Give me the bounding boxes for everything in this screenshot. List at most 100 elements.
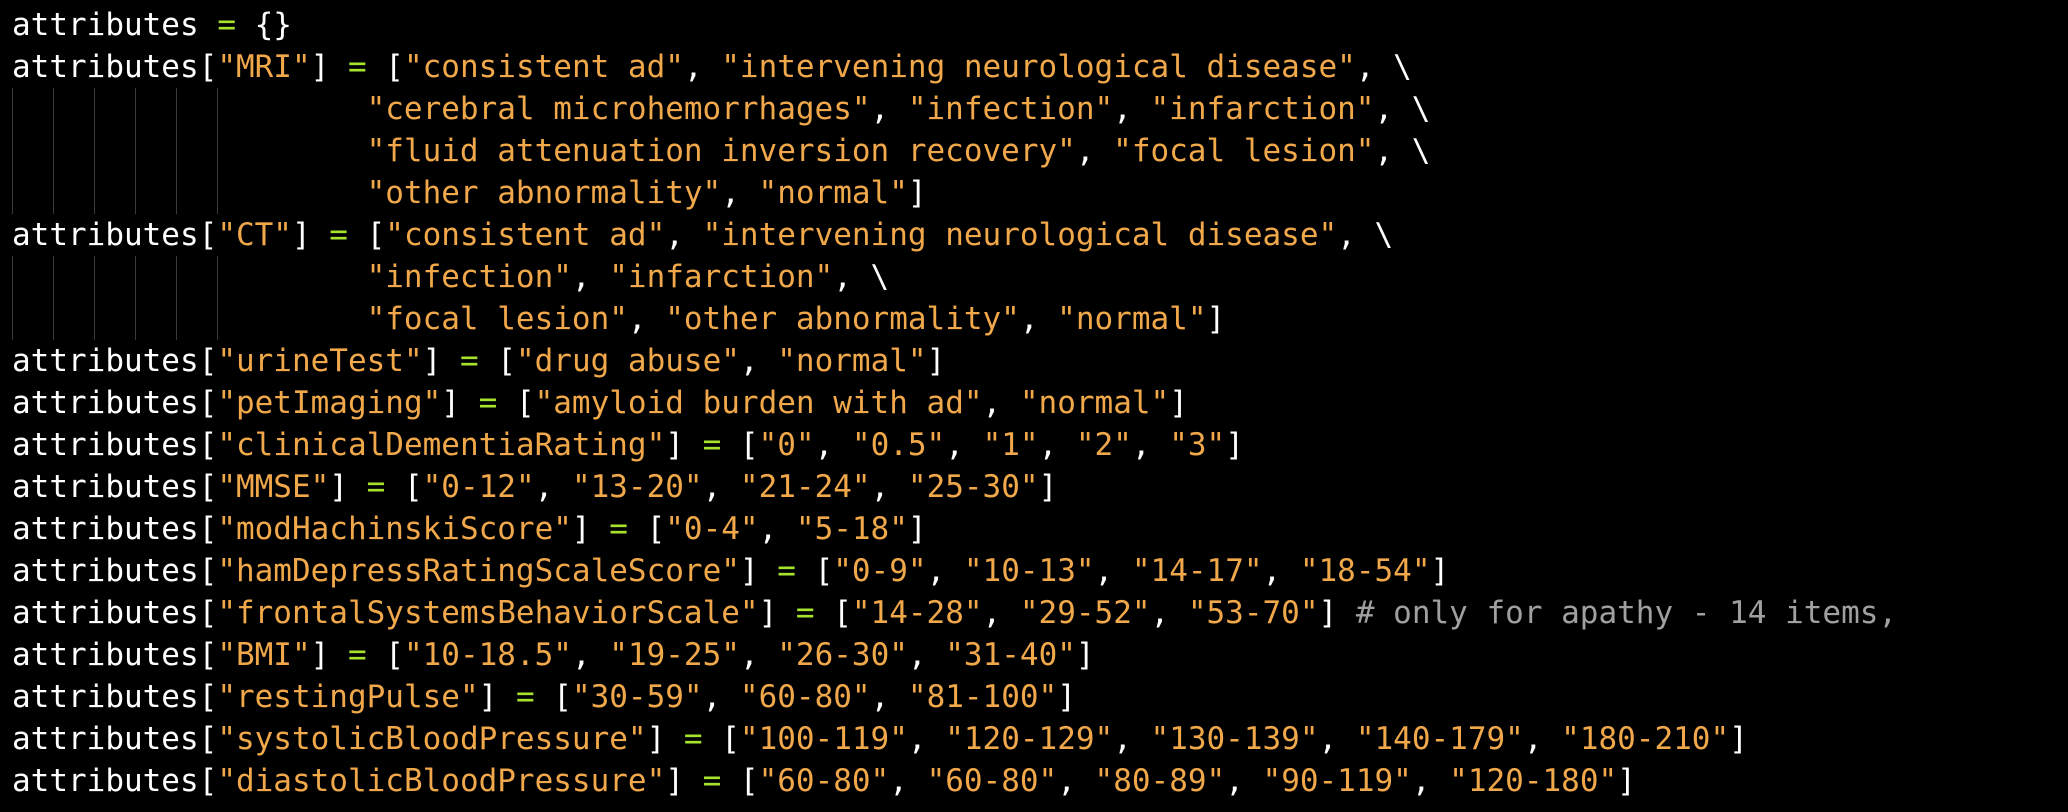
- indent-guide: [217, 130, 218, 172]
- code-line[interactable]: attributes["restingPulse"] = ["30-59", "…: [12, 676, 2068, 718]
- punctuation-token: ,: [1225, 763, 1263, 799]
- code-line[interactable]: attributes["clinicalDementiaRating"] = […: [12, 424, 2068, 466]
- indent-guide: [176, 298, 177, 340]
- punctuation-token: ]: [422, 343, 460, 379]
- punctuation-token: ,: [1411, 763, 1450, 799]
- code-line[interactable]: "focal lesion", "other abnormality", "no…: [12, 298, 2068, 340]
- code-line[interactable]: attributes["MMSE"] = ["0-12", "13-20", "…: [12, 466, 2068, 508]
- string-token: "petImaging": [217, 385, 442, 421]
- string-token: "1": [982, 427, 1039, 463]
- comment-token: # only for apathy - 14 items,: [1355, 595, 1898, 631]
- string-token: "other abnormality": [665, 301, 1020, 337]
- punctuation-token: ,: [870, 91, 908, 127]
- string-token: "CT": [217, 217, 292, 253]
- code-line[interactable]: "other abnormality", "normal"]: [12, 172, 2068, 214]
- indent-guide: [12, 88, 13, 130]
- punctuation-token: ,: [907, 637, 946, 673]
- punctuation-token: ,: [1318, 721, 1356, 757]
- string-token: "14-17": [1131, 553, 1263, 589]
- operator-token: =: [366, 469, 386, 505]
- string-token: "29-52": [1019, 595, 1151, 631]
- punctuation-token: , \: [1337, 217, 1394, 253]
- punctuation-token: ,: [1019, 301, 1058, 337]
- code-line[interactable]: "cerebral microhemorrhages", "infection"…: [12, 88, 2068, 130]
- code-line[interactable]: attributes["frontalSystemsBehaviorScale"…: [12, 592, 2068, 634]
- string-token: "focal lesion": [1113, 133, 1375, 169]
- punctuation-token: ]: [291, 217, 330, 253]
- punctuation-token: [: [721, 763, 759, 799]
- punctuation-token: ,: [1057, 763, 1095, 799]
- code-line[interactable]: attributes["modHachinskiScore"] = ["0-4"…: [12, 508, 2068, 550]
- string-token: "infection": [366, 259, 572, 295]
- punctuation-token: [: [702, 721, 740, 757]
- punctuation-token: ,: [982, 595, 1020, 631]
- indent-guide: [94, 298, 95, 340]
- code-line[interactable]: attributes["hamDepressRatingScaleScore"]…: [12, 550, 2068, 592]
- punctuation-token: [: [795, 553, 834, 589]
- indent-guide: [135, 130, 136, 172]
- punctuation-token: ,: [702, 679, 740, 715]
- indent-guide: [176, 130, 177, 172]
- string-token: "2": [1075, 427, 1132, 463]
- punctuation-token: ,: [945, 427, 983, 463]
- punctuation-token: [: [347, 217, 386, 253]
- indent-guide: [217, 298, 218, 340]
- string-token: "3": [1169, 427, 1226, 463]
- string-token: "normal": [1057, 301, 1207, 337]
- punctuation-token: ]: [571, 511, 610, 547]
- punctuation-token: ]: [1206, 301, 1226, 337]
- string-token: "81-100": [907, 679, 1058, 715]
- punctuation-token: ]: [1430, 553, 1450, 589]
- indent-guide: [94, 130, 95, 172]
- code-line[interactable]: attributes["CT"] = ["consistent ad", "in…: [12, 214, 2068, 256]
- operator-token: =: [795, 595, 815, 631]
- punctuation-token: , \: [1374, 91, 1431, 127]
- code-line[interactable]: "infection", "infarction", \: [12, 256, 2068, 298]
- punctuation-token: ,: [889, 763, 927, 799]
- indent-guide: [53, 256, 54, 298]
- punctuation-token: ,: [758, 511, 796, 547]
- code-line[interactable]: attributes["urineTest"] = ["drug abuse",…: [12, 340, 2068, 382]
- operator-token: =: [515, 679, 535, 715]
- identifier-token: attributes[: [12, 679, 218, 715]
- code-line[interactable]: attributes["systolicBloodPressure"] = ["…: [12, 718, 2068, 760]
- string-token: "100-119": [739, 721, 908, 757]
- punctuation-token: [: [497, 385, 535, 421]
- code-editor[interactable]: attributes = {} attributes["MRI"] = ["con…: [12, 4, 2068, 812]
- string-token: "13-20": [571, 469, 703, 505]
- code-line[interactable]: attributes = {}: [12, 4, 2068, 46]
- string-token: "0": [758, 427, 815, 463]
- punctuation-token: ,: [534, 469, 572, 505]
- code-line[interactable]: "fluid attenuation inversion recovery" , …: [12, 130, 2068, 172]
- operator-token: =: [478, 385, 498, 421]
- punctuation-token: ,: [870, 679, 908, 715]
- operator-token: =: [347, 49, 367, 85]
- string-token: "26-30": [777, 637, 908, 673]
- code-line[interactable]: attributes["BMI"] = ["10-18.5", "19-25",…: [12, 634, 2068, 676]
- string-token: "0-4": [665, 511, 759, 547]
- string-token: "53-70": [1187, 595, 1319, 631]
- punctuation-token: [: [385, 469, 423, 505]
- punctuation-token: ,: [1523, 721, 1562, 757]
- indent-guide: [94, 172, 95, 214]
- indent-guide: [135, 172, 136, 214]
- code-line[interactable]: attributes["diastolicBloodPressure"] = […: [12, 760, 2068, 802]
- string-token: "18-54": [1299, 553, 1431, 589]
- punctuation-token: [: [366, 637, 404, 673]
- identifier-token: attributes[: [12, 343, 218, 379]
- code-line[interactable]: attributes["MRI"] = ["consistent ad", "i…: [12, 46, 2068, 88]
- identifier-token: attributes[: [12, 553, 218, 589]
- operator-token: =: [702, 427, 722, 463]
- indent-guide: [94, 256, 95, 298]
- string-token: "120-180": [1449, 763, 1618, 799]
- punctuation-token: ]: [1169, 385, 1188, 421]
- operator-token: =: [609, 511, 628, 547]
- string-token: "80-89": [1094, 763, 1226, 799]
- punctuation-token: ,: [926, 553, 964, 589]
- indent-guide: [53, 88, 54, 130]
- code-line[interactable]: attributes["petImaging"] = ["amyloid bur…: [12, 382, 2068, 424]
- punctuation-token: ,: [739, 637, 778, 673]
- string-token: "BMI": [217, 637, 311, 673]
